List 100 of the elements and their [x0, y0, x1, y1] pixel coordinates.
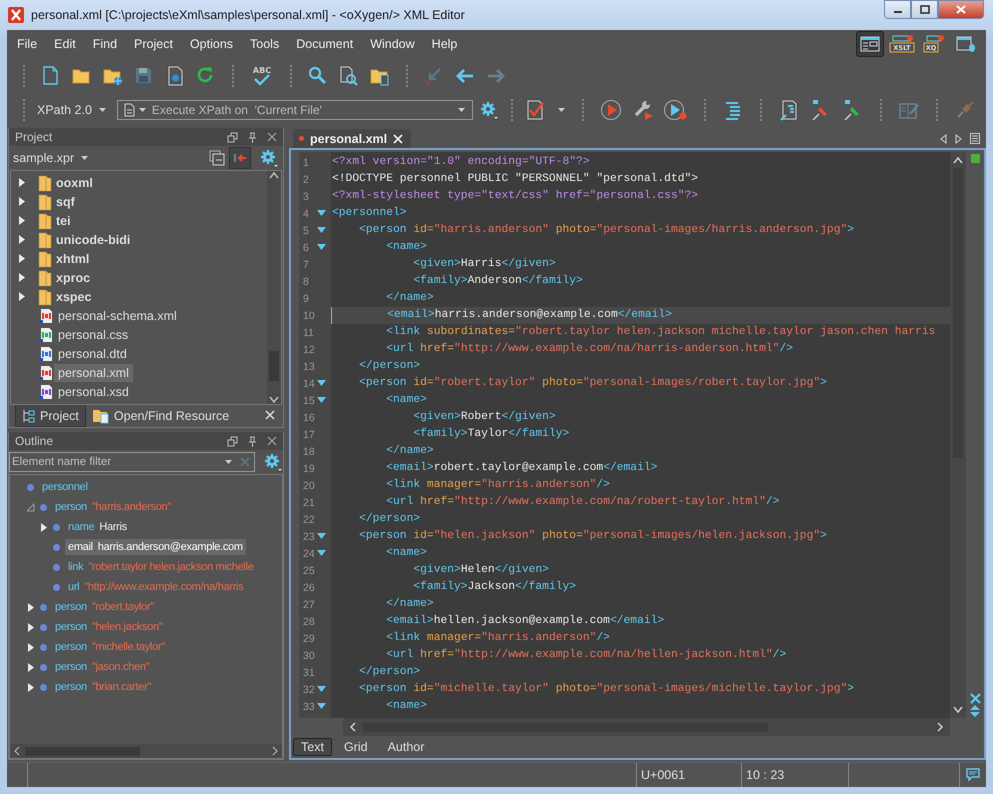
maximize-button[interactable] — [911, 0, 938, 19]
link-editor-button[interactable] — [229, 147, 251, 169]
perspective-button[interactable] — [856, 31, 884, 57]
expand-arrow-icon[interactable] — [27, 642, 35, 652]
outline-node[interactable]: link "robert.taylor helen.jackson michelle — [65, 559, 257, 575]
fold-icon[interactable] — [317, 703, 326, 710]
fold-icon[interactable] — [317, 227, 326, 234]
navigate-icon[interactable] — [969, 704, 981, 718]
project-item[interactable]: tei — [52, 212, 75, 230]
xpath-field[interactable]: Execute XPath on 'Current File' — [116, 100, 473, 120]
menu-item[interactable]: Help — [430, 37, 464, 51]
settings-icon[interactable] — [478, 100, 499, 120]
close-icon[interactable] — [267, 436, 277, 446]
fold-icon[interactable] — [317, 533, 326, 540]
expand-arrow-icon[interactable] — [18, 216, 26, 225]
play-icon[interactable] — [600, 98, 622, 120]
fold-icon[interactable] — [317, 686, 326, 693]
project-item[interactable]: ooxml — [52, 174, 97, 192]
editor-mode-tab[interactable]: Grid — [336, 738, 376, 756]
menu-item[interactable]: Document — [294, 37, 360, 51]
menu-item[interactable]: Tools — [248, 37, 286, 51]
minimize-button[interactable] — [884, 0, 911, 19]
next-icon[interactable] — [955, 134, 962, 144]
outline-node[interactable]: person "robert.taylor" — [52, 599, 157, 615]
close-icon[interactable] — [267, 132, 277, 142]
project-item[interactable]: xhtml — [52, 250, 94, 268]
expand-arrow-icon[interactable] — [27, 622, 35, 632]
project-item[interactable]: xproc — [52, 268, 94, 286]
element-filter-field[interactable]: Element name filter — [9, 452, 255, 472]
project-item[interactable]: unicode-bidi — [52, 230, 134, 248]
pin-icon[interactable] — [248, 132, 257, 142]
restore-icon[interactable] — [227, 132, 238, 142]
outline-node[interactable]: person "jason.chen" — [52, 659, 152, 675]
expand-arrow-icon[interactable] — [18, 235, 26, 244]
fold-icon[interactable] — [317, 397, 326, 404]
pin-icon[interactable] — [248, 436, 257, 446]
menu-item[interactable]: Find — [90, 37, 124, 51]
expand-arrow-icon[interactable] — [18, 254, 26, 263]
validate-icon[interactable] — [524, 98, 547, 120]
outline-node[interactable]: url "http://www.example.com/na/harris — [65, 579, 246, 595]
scrollbar[interactable] — [343, 718, 950, 736]
settings-icon[interactable] — [259, 148, 279, 168]
outline-node[interactable]: person "helen.jackson" — [52, 619, 166, 635]
project-item[interactable]: personal.css — [54, 326, 132, 344]
caret-icon[interactable] — [556, 106, 566, 114]
outline-node[interactable]: email harris.anderson@example.com — [65, 539, 246, 555]
project-item[interactable]: personal-schema.xml — [54, 306, 181, 324]
outline-node[interactable]: personnel — [39, 479, 91, 495]
project-item[interactable]: personal.xml — [54, 364, 133, 382]
search-icon[interactable] — [307, 65, 329, 87]
expand-arrow-icon[interactable] — [18, 292, 26, 301]
menu-item[interactable]: File — [15, 37, 44, 51]
editor-mode-tab[interactable]: Author — [380, 738, 432, 756]
outline-node[interactable]: person "harris.anderson" — [52, 499, 174, 515]
find-in-files-icon[interactable] — [338, 65, 360, 87]
editor-tab[interactable]: personal.xml — [293, 129, 412, 148]
line-number: 7 — [303, 258, 310, 270]
project-file-dropdown[interactable]: sample.xpr — [13, 151, 90, 165]
xpath-input[interactable]: Execute XPath on 'Current File' — [150, 102, 454, 116]
project-item[interactable]: personal.dtd — [54, 344, 131, 362]
code-line: <?xml version="1.0" encoding="UTF-8"?> — [331, 154, 591, 170]
panel-tab[interactable]: Project — [15, 405, 86, 427]
panel-tab[interactable]: Open/Find Resource — [86, 405, 236, 427]
debug-play-icon[interactable] — [664, 98, 688, 120]
menu-item[interactable]: Edit — [52, 37, 83, 51]
list-icon[interactable] — [970, 133, 980, 144]
xpath-version-dropdown[interactable]: XPath 2.0 — [37, 102, 111, 116]
scrollbar[interactable] — [267, 171, 281, 404]
close-icon[interactable] — [970, 693, 980, 704]
menu-item[interactable]: Window — [368, 37, 422, 51]
project-item[interactable]: sqf — [52, 192, 79, 210]
messages-icon[interactable] — [966, 768, 980, 782]
expand-arrow-icon[interactable] — [27, 662, 35, 672]
fold-icon[interactable] — [317, 244, 326, 251]
scrollbar[interactable] — [10, 744, 282, 758]
previous-icon[interactable] — [940, 134, 947, 144]
editor-mode-tab[interactable]: Text — [293, 738, 332, 756]
settings-icon[interactable] — [263, 452, 283, 472]
collapse-arrow-icon[interactable] — [27, 502, 35, 512]
expand-arrow-icon[interactable] — [18, 273, 26, 282]
expand-arrow-icon[interactable] — [27, 682, 35, 692]
project-item[interactable]: personal.xsd — [54, 382, 133, 400]
close-button[interactable] — [938, 0, 984, 19]
fold-icon[interactable] — [317, 210, 326, 217]
menu-item[interactable]: Options — [188, 37, 240, 51]
expand-arrow-icon[interactable] — [18, 197, 26, 206]
expand-arrow-icon[interactable] — [18, 178, 26, 187]
expand-arrow-icon[interactable] — [27, 602, 35, 612]
fold-icon[interactable] — [317, 550, 326, 557]
project-item[interactable]: xspec — [52, 288, 96, 306]
collapse-all-icon[interactable] — [209, 150, 225, 166]
outline-node[interactable]: name Harris — [65, 519, 130, 535]
outline-node[interactable]: person "brian.carter" — [52, 679, 154, 695]
element-filter-input[interactable]: Element name filter — [12, 456, 218, 468]
outline-node[interactable]: person "michelle.taylor" — [52, 639, 168, 655]
restore-icon[interactable] — [227, 436, 238, 446]
fold-icon[interactable] — [317, 380, 326, 387]
menu-item[interactable]: Project — [132, 37, 180, 51]
expand-arrow-icon[interactable] — [40, 522, 48, 532]
scrollbar[interactable] — [950, 152, 966, 718]
